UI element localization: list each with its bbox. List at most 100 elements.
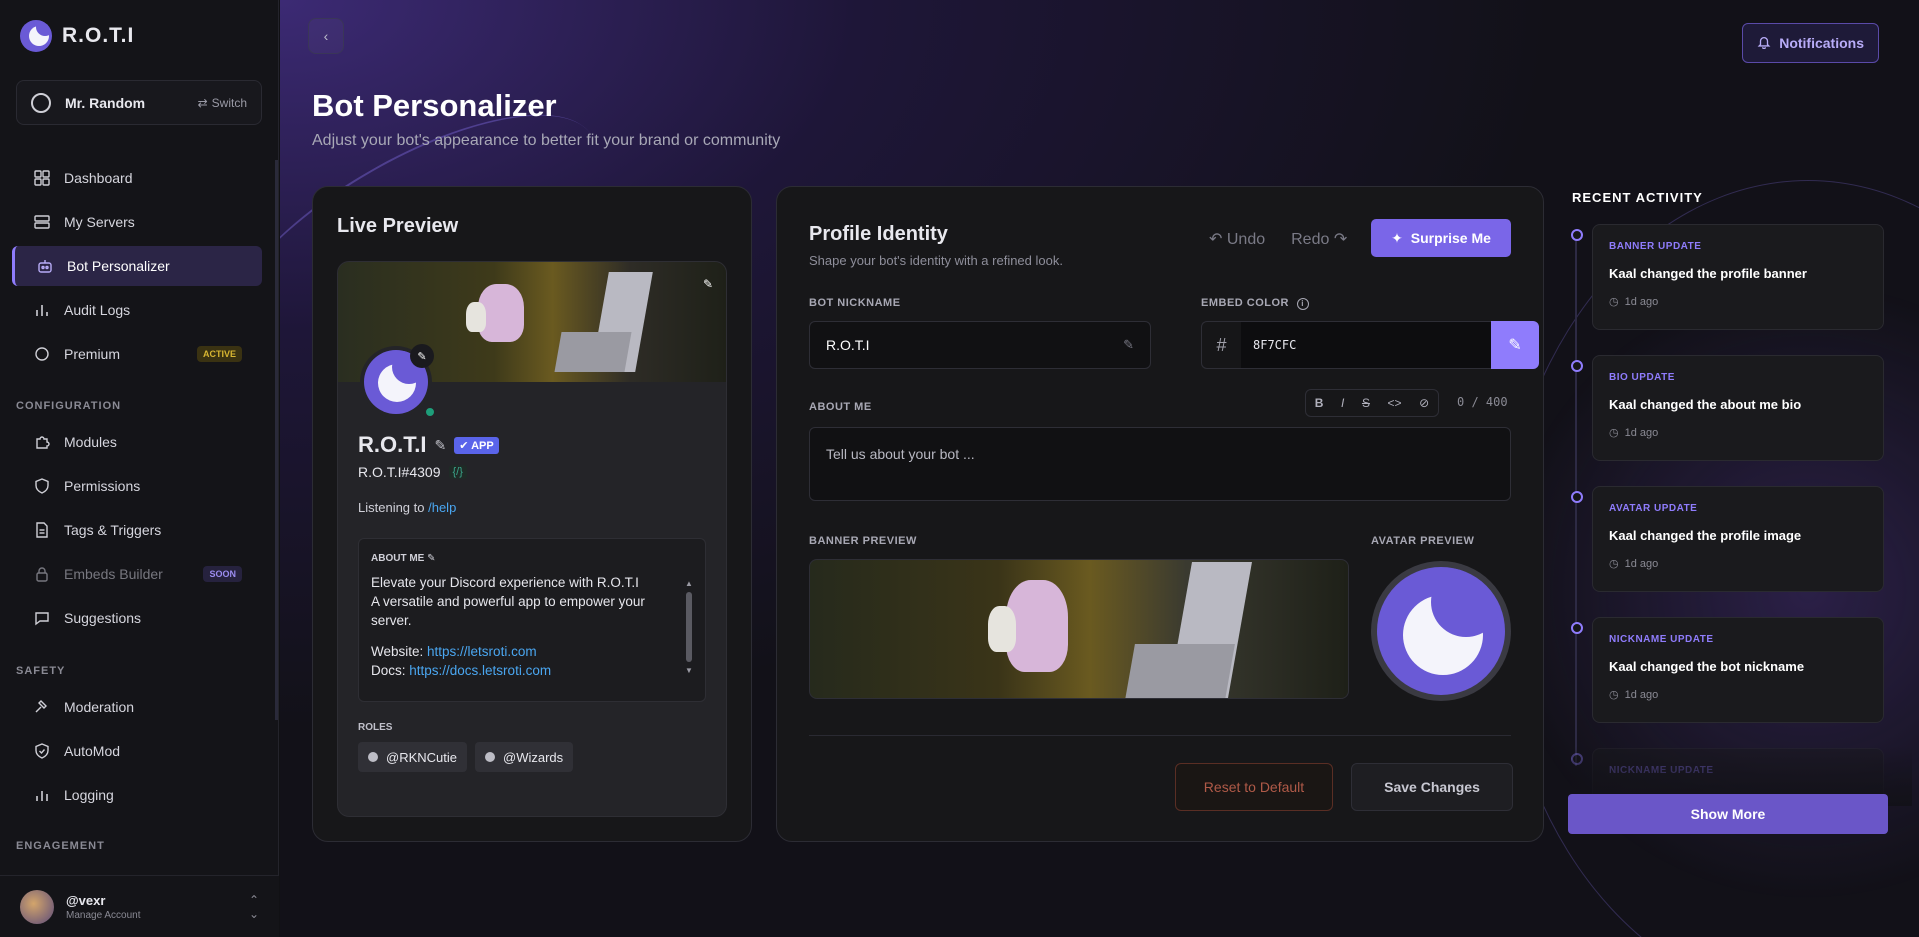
user-handle: @vexr bbox=[66, 892, 106, 908]
profile-identity-subtitle: Shape your bot's identity with a refined… bbox=[809, 253, 1063, 268]
undo-icon: ↶ bbox=[1209, 231, 1223, 248]
clock-icon: ◷ bbox=[1609, 296, 1619, 308]
about-scrollbar[interactable]: ▲ ▼ bbox=[685, 579, 693, 691]
sidebar-item-dashboard[interactable]: Dashboard bbox=[12, 158, 262, 198]
help-command-link[interactable]: /help bbox=[428, 500, 456, 515]
chevron-left-icon: ‹ bbox=[323, 28, 329, 44]
sidebar-item-audit-logs[interactable]: Audit Logs bbox=[12, 290, 262, 330]
activity-item[interactable]: AVATAR UPDATE Kaal changed the profile im… bbox=[1571, 486, 1884, 592]
spoiler-eye-off-icon[interactable]: ⊘ bbox=[1419, 396, 1429, 410]
server-avatar-icon bbox=[31, 92, 51, 113]
about-me-text: Elevate your Discord experience with R.O… bbox=[371, 575, 645, 678]
role-chip[interactable]: @Wizards bbox=[475, 742, 574, 772]
strikethrough-icon[interactable]: S bbox=[1362, 396, 1370, 410]
clock-icon: ◷ bbox=[1609, 427, 1619, 439]
clock-icon: ◷ bbox=[1609, 689, 1619, 701]
sidebar-item-embeds-builder[interactable]: Embeds Builder SOON bbox=[12, 554, 262, 594]
surprise-me-button[interactable]: ✦ Surprise Me bbox=[1371, 219, 1511, 257]
moon-avatar-icon bbox=[1377, 567, 1505, 695]
undo-button[interactable]: ↶ Undo bbox=[1209, 229, 1265, 249]
bot-activity-status: Listening to /help bbox=[358, 500, 457, 515]
activity-item[interactable]: BIO UPDATE Kaal changed the about me bio ◷… bbox=[1571, 355, 1884, 461]
edit-avatar-icon[interactable]: ✎ bbox=[410, 344, 434, 368]
switch-server-button[interactable]: ⇄ Switch bbox=[198, 96, 247, 110]
scroll-thumb[interactable] bbox=[686, 592, 692, 662]
roles-list: @RKNCutie @Wizards bbox=[358, 742, 574, 772]
timeline-dot bbox=[1571, 360, 1583, 372]
activity-item[interactable]: NICKNAME UPDATE Kaal changed the bot nick… bbox=[1571, 617, 1884, 723]
color-picker-button[interactable]: ✎ bbox=[1491, 321, 1539, 369]
about-me-textarea[interactable]: Tell us about your bot ... bbox=[809, 427, 1511, 501]
banner-rock-shape-2 bbox=[554, 332, 632, 372]
notifications-button[interactable]: Notifications bbox=[1742, 23, 1879, 63]
nickname-input[interactable]: R.O.T.I ✎ bbox=[809, 321, 1151, 369]
bell-icon bbox=[1757, 35, 1771, 52]
server-selector[interactable]: Mr. Random ⇄ Switch bbox=[16, 80, 262, 125]
history-controls: ↶ Undo Redo ↷ bbox=[1209, 229, 1347, 249]
role-dot bbox=[368, 752, 378, 762]
edit-banner-icon[interactable]: ✎ bbox=[698, 274, 718, 294]
bar-chart-icon bbox=[34, 787, 50, 803]
sidebar: R.O.T.I Mr. Random ⇄ Switch Dashboard My … bbox=[0, 0, 279, 937]
collapse-sidebar-button[interactable]: ‹ bbox=[308, 18, 344, 54]
timeline-dot bbox=[1571, 491, 1583, 503]
gavel-icon bbox=[34, 699, 50, 715]
sidebar-item-permissions[interactable]: Permissions bbox=[12, 466, 262, 506]
banner-preview-image[interactable] bbox=[809, 559, 1349, 699]
redo-button[interactable]: Redo ↷ bbox=[1291, 229, 1347, 249]
eyedropper-icon: ✎ bbox=[1508, 337, 1522, 354]
about-char-counter: 0 / 400 bbox=[1457, 395, 1508, 409]
sidebar-item-moderation[interactable]: Moderation bbox=[12, 687, 262, 727]
diamond-icon bbox=[34, 346, 50, 362]
scroll-down-icon[interactable]: ▼ bbox=[685, 666, 693, 675]
website-link[interactable]: https://letsroti.com bbox=[427, 644, 537, 659]
profile-identity-title: Profile Identity bbox=[809, 223, 948, 245]
sidebar-item-modules[interactable]: Modules bbox=[12, 422, 262, 462]
edit-about-icon[interactable]: ✎ bbox=[427, 553, 435, 564]
lock-icon bbox=[34, 566, 50, 582]
hash-prefix: # bbox=[1201, 321, 1241, 369]
info-icon[interactable]: i bbox=[1296, 298, 1309, 310]
docs-link[interactable]: https://docs.letsroti.com bbox=[409, 663, 551, 678]
shield-check-icon bbox=[34, 743, 50, 759]
sidebar-item-premium[interactable]: Premium ACTIVE bbox=[12, 334, 262, 374]
save-changes-button[interactable]: Save Changes bbox=[1351, 763, 1513, 811]
scroll-up-icon[interactable]: ▲ bbox=[685, 579, 693, 588]
sidebar-scrollbar[interactable] bbox=[275, 160, 278, 720]
sidebar-item-my-servers[interactable]: My Servers bbox=[12, 202, 262, 242]
sidebar-item-suggestions[interactable]: Suggestions bbox=[12, 598, 262, 638]
app-logo[interactable]: R.O.T.I bbox=[20, 20, 134, 52]
activity-item[interactable]: BANNER UPDATE Kaal changed the profile ba… bbox=[1571, 224, 1884, 330]
embed-color-input[interactable]: 8F7CFC bbox=[1241, 321, 1491, 369]
role-dot bbox=[485, 752, 495, 762]
italic-icon[interactable]: I bbox=[1341, 396, 1344, 410]
section-title-configuration: CONFIGURATION bbox=[16, 400, 122, 412]
document-icon bbox=[34, 522, 50, 538]
nav-configuration: Modules Permissions Tags & Triggers Embe… bbox=[12, 422, 262, 642]
shield-icon bbox=[34, 478, 50, 494]
account-menu[interactable]: @vexr Manage Account ⌃ ⌄ bbox=[0, 875, 279, 937]
recent-activity-panel: RECENT ACTIVITY BANNER UPDATE Kaal change… bbox=[1568, 186, 1912, 846]
banner-preview-label: BANNER PREVIEW bbox=[809, 535, 917, 547]
roles-heading: ROLES bbox=[358, 722, 393, 733]
page-title: Bot Personalizer bbox=[312, 88, 557, 123]
sidebar-item-logging[interactable]: Logging bbox=[12, 775, 262, 815]
bold-icon[interactable]: B bbox=[1315, 396, 1324, 410]
format-toolbar: B I S <> ⊘ bbox=[1305, 389, 1439, 417]
premium-active-badge: ACTIVE bbox=[196, 346, 242, 362]
reset-to-default-button[interactable]: Reset to Default bbox=[1175, 763, 1333, 811]
avatar-preview-image[interactable] bbox=[1371, 561, 1511, 701]
clock-icon: ◷ bbox=[1609, 558, 1619, 570]
edit-name-icon[interactable]: ✎ bbox=[434, 437, 446, 454]
code-icon[interactable]: <> bbox=[1388, 396, 1402, 410]
banner-ghost-small-shape bbox=[988, 606, 1016, 652]
bot-icon bbox=[37, 258, 53, 274]
sidebar-item-automod[interactable]: AutoMod bbox=[12, 731, 262, 771]
role-chip[interactable]: @RKNCutie bbox=[358, 742, 467, 772]
profile-preview: ✎ ✎ R.O.T.I ✎ ✔ APP R.O.T.I#4309 {/} Listen… bbox=[337, 261, 727, 817]
swap-icon: ⇄ bbox=[197, 95, 208, 110]
show-more-button[interactable]: Show More bbox=[1568, 794, 1888, 834]
sidebar-item-bot-personalizer[interactable]: Bot Personalizer bbox=[12, 246, 262, 286]
sidebar-item-tags-triggers[interactable]: Tags & Triggers bbox=[12, 510, 262, 550]
puzzle-icon bbox=[34, 434, 50, 450]
